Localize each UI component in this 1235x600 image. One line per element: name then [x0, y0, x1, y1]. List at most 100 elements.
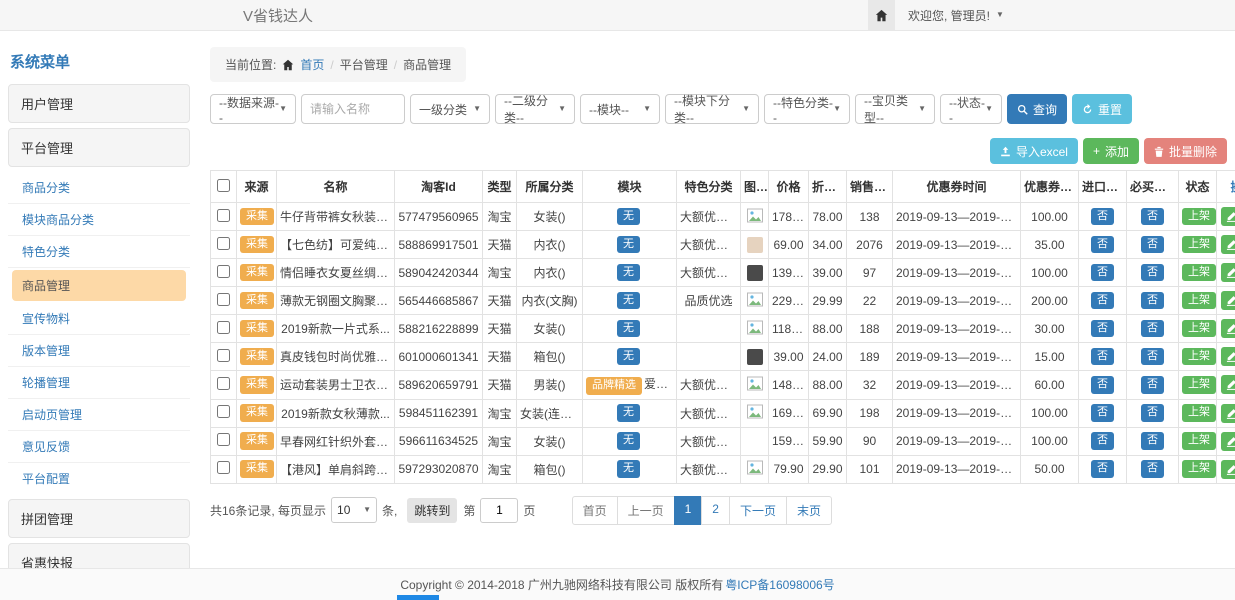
sidebar-submenu-item[interactable]: 商品管理	[12, 270, 186, 301]
must-buy-badge[interactable]: 否	[1141, 208, 1164, 226]
status-badge[interactable]: 上架	[1182, 404, 1216, 422]
category1-select[interactable]: 一级分类 ▼	[410, 94, 490, 124]
edit-button[interactable]	[1221, 235, 1235, 254]
row-checkbox[interactable]	[217, 377, 230, 390]
must-buy-badge[interactable]: 否	[1141, 236, 1164, 254]
row-checkbox[interactable]	[217, 265, 230, 278]
type-cell: 天猫	[483, 371, 517, 400]
status-badge[interactable]: 上架	[1182, 236, 1216, 254]
pager-button[interactable]: 末页	[786, 496, 832, 525]
jump-page-input[interactable]	[480, 498, 518, 523]
imported-badge[interactable]: 否	[1091, 236, 1114, 254]
sidebar-submenu-item[interactable]: 轮播管理	[8, 367, 190, 399]
edit-button[interactable]	[1221, 404, 1235, 423]
status-badge[interactable]: 上架	[1182, 208, 1216, 226]
row-checkbox[interactable]	[217, 321, 230, 334]
must-buy-badge[interactable]: 否	[1141, 264, 1164, 282]
module-select[interactable]: --模块-- ▼	[580, 94, 660, 124]
must-buy-cell: 否	[1127, 259, 1179, 287]
status-badge[interactable]: 上架	[1182, 264, 1216, 282]
must-buy-badge[interactable]: 否	[1141, 432, 1164, 450]
sidebar-submenu-item[interactable]: 商品分类	[8, 172, 190, 204]
sidebar-submenu-item[interactable]: 模块商品分类	[8, 204, 190, 236]
edit-button[interactable]	[1221, 432, 1235, 451]
must-buy-badge[interactable]: 否	[1141, 292, 1164, 310]
status-badge[interactable]: 上架	[1182, 292, 1216, 310]
sidebar-group[interactable]: 省惠快报	[8, 543, 190, 568]
add-button[interactable]: + 添加	[1083, 138, 1139, 164]
pager-button[interactable]: 1	[674, 496, 703, 525]
sidebar-submenu-item[interactable]: 特色分类	[8, 236, 190, 268]
query-button[interactable]: 查询	[1007, 94, 1067, 124]
breadcrumb-home-link[interactable]: 首页	[300, 56, 324, 73]
edit-button[interactable]	[1221, 291, 1235, 310]
item-type-select[interactable]: --宝贝类型-- ▼	[855, 94, 935, 124]
pager-button[interactable]: 首页	[572, 496, 618, 525]
horizontal-scrollbar-thumb[interactable]	[397, 595, 439, 600]
sidebar-submenu-item[interactable]: 版本管理	[8, 335, 190, 367]
batch-delete-button[interactable]: 批量删除	[1144, 138, 1227, 164]
name-search-input[interactable]	[301, 94, 405, 124]
imported-badge[interactable]: 否	[1091, 460, 1114, 478]
sidebar-group[interactable]: 用户管理	[8, 84, 190, 123]
jump-button[interactable]: 跳转到	[407, 498, 457, 523]
row-checkbox[interactable]	[217, 433, 230, 446]
row-checkbox[interactable]	[217, 293, 230, 306]
status-badge[interactable]: 上架	[1182, 432, 1216, 450]
sidebar-group[interactable]: 平台管理	[8, 128, 190, 167]
must-buy-badge[interactable]: 否	[1141, 376, 1164, 394]
must-buy-badge[interactable]: 否	[1141, 460, 1164, 478]
reset-button[interactable]: 重置	[1072, 94, 1132, 124]
home-button[interactable]	[868, 0, 895, 30]
imported-badge[interactable]: 否	[1091, 208, 1114, 226]
user-menu[interactable]: 欢迎您, 管理员! ▼	[908, 7, 1004, 24]
status-select[interactable]: --状态-- ▼	[940, 94, 1002, 124]
row-checkbox[interactable]	[217, 405, 230, 418]
must-buy-badge[interactable]: 否	[1141, 348, 1164, 366]
status-badge[interactable]: 上架	[1182, 320, 1216, 338]
feature-select[interactable]: --特色分类-- ▼	[764, 94, 850, 124]
edit-button[interactable]	[1221, 319, 1235, 338]
must-buy-badge[interactable]: 否	[1141, 404, 1164, 422]
row-checkbox[interactable]	[217, 349, 230, 362]
data-source-select[interactable]: --数据来源-- ▼	[210, 94, 296, 124]
module-sub-select[interactable]: --模块下分类-- ▼	[665, 94, 759, 124]
icp-link[interactable]: 粤ICP备16098006号	[725, 576, 834, 593]
import-excel-label: 导入excel	[1016, 143, 1068, 160]
sidebar-group[interactable]: 拼团管理	[8, 499, 190, 538]
row-checkbox[interactable]	[217, 237, 230, 250]
import-excel-button[interactable]: 导入excel	[990, 138, 1078, 164]
edit-button[interactable]	[1221, 347, 1235, 366]
edit-button[interactable]	[1221, 375, 1235, 394]
row-checkbox[interactable]	[217, 461, 230, 474]
status-badge[interactable]: 上架	[1182, 348, 1216, 366]
imported-badge[interactable]: 否	[1091, 404, 1114, 422]
imported-badge[interactable]: 否	[1091, 348, 1114, 366]
imported-badge[interactable]: 否	[1091, 292, 1114, 310]
pager-button[interactable]: 2	[701, 496, 730, 525]
per-page-select[interactable]: 10 ▼	[331, 497, 377, 523]
topbar-right: 欢迎您, 管理员! ▼	[868, 0, 1004, 30]
sidebar-submenu-item[interactable]: 宣传物料	[8, 303, 190, 335]
checkbox-cell	[211, 259, 237, 287]
imported-badge[interactable]: 否	[1091, 320, 1114, 338]
sidebar-submenu-item[interactable]: 平台配置	[8, 463, 190, 494]
category2-select[interactable]: --二级分类-- ▼	[495, 94, 575, 124]
row-checkbox[interactable]	[217, 209, 230, 222]
must-buy-badge[interactable]: 否	[1141, 320, 1164, 338]
imported-badge[interactable]: 否	[1091, 264, 1114, 282]
pager-button[interactable]: 下一页	[729, 496, 787, 525]
select-all-checkbox[interactable]	[217, 179, 230, 192]
edit-button[interactable]	[1221, 207, 1235, 226]
type-cell: 天猫	[483, 231, 517, 259]
source-cell: 采集	[237, 343, 277, 371]
sidebar-submenu-item[interactable]: 启动页管理	[8, 399, 190, 431]
status-badge[interactable]: 上架	[1182, 376, 1216, 394]
edit-button[interactable]	[1221, 263, 1235, 282]
sidebar-submenu-item[interactable]: 意见反馈	[8, 431, 190, 463]
pager-button[interactable]: 上一页	[617, 496, 675, 525]
edit-button[interactable]	[1221, 460, 1235, 479]
imported-badge[interactable]: 否	[1091, 432, 1114, 450]
imported-badge[interactable]: 否	[1091, 376, 1114, 394]
status-badge[interactable]: 上架	[1182, 460, 1216, 478]
